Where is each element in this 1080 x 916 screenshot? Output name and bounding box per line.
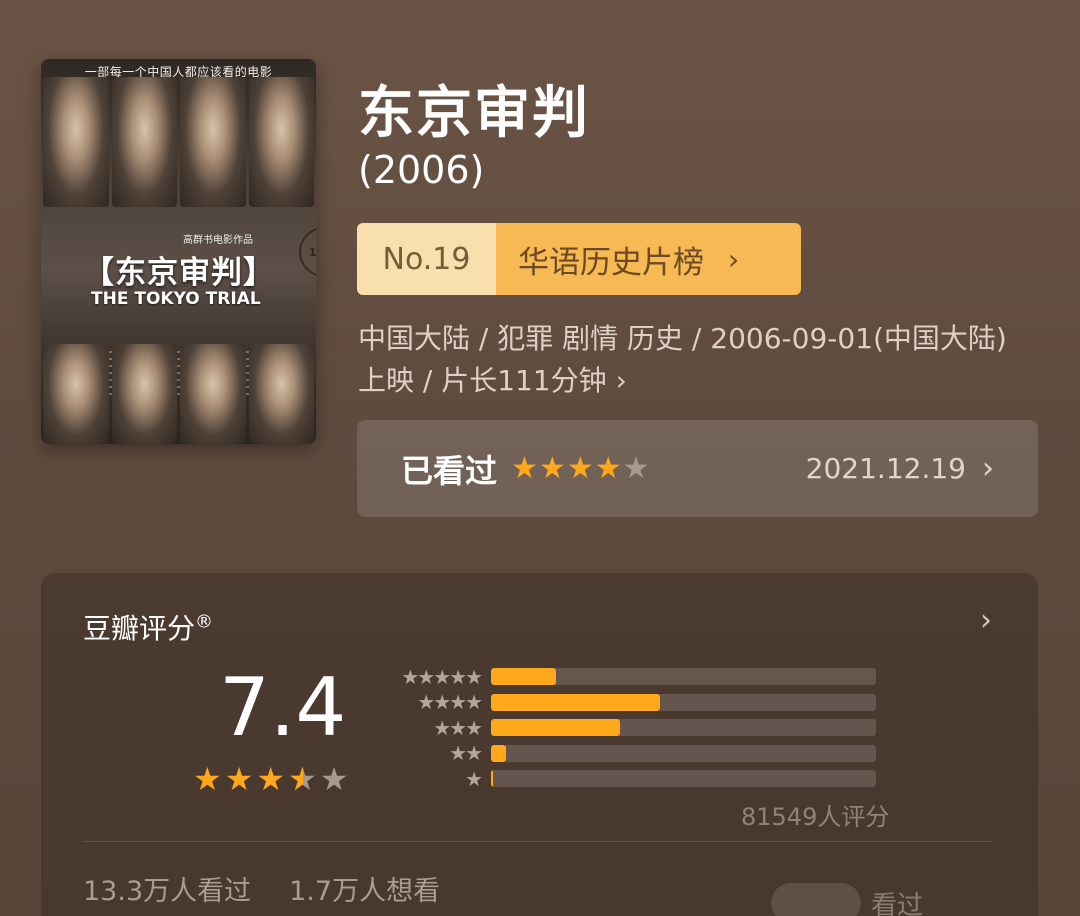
distribution-bar-fill xyxy=(491,744,507,762)
distribution-stars: ★★★★ xyxy=(417,690,483,715)
avatar-stack xyxy=(771,883,861,916)
star-icon: ★ xyxy=(622,450,650,486)
poster-face xyxy=(248,344,314,444)
distribution-row: ★★★★★ xyxy=(391,664,876,690)
distribution-bar-fill xyxy=(491,693,661,711)
chevron-right-icon: › xyxy=(982,451,994,486)
distribution-bar xyxy=(491,693,876,711)
divider xyxy=(83,841,992,842)
distribution-stars: ★★★★★ xyxy=(401,664,483,689)
poster-face xyxy=(111,77,177,207)
distribution-bar-fill xyxy=(491,668,557,686)
watched-label: 已看过 xyxy=(401,451,498,490)
user-rating-stars: ★ ★ ★ ★ ★ xyxy=(511,450,650,486)
want-count[interactable]: 1.7万人想看 xyxy=(289,869,440,908)
watched-status[interactable]: 已看过 ★ ★ ★ ★ ★ 2021.12.19 › xyxy=(357,420,1038,517)
half-star-icon: ★ xyxy=(288,763,317,795)
poster-face xyxy=(43,77,109,207)
star-icon: ★ xyxy=(594,450,622,486)
mark-hint-label: 看过 xyxy=(871,890,924,916)
rating-score: 7.4 xyxy=(219,661,347,754)
distribution-stars: ★★★ xyxy=(433,715,483,740)
rank-list-label: 华语历史片榜 xyxy=(518,244,704,281)
poster-faces-bottom xyxy=(41,344,316,444)
movie-poster[interactable]: 一部每一个中国人都应该看的电影 高群书电影作品 1946 【东京审判】 THE … xyxy=(41,59,316,444)
star-icon: ★ xyxy=(193,760,222,798)
distribution-row: ★★ xyxy=(391,741,876,767)
distribution-stars: ★★ xyxy=(449,741,483,766)
rank-badge[interactable]: No.19 华语历史片榜 › xyxy=(357,223,801,295)
star-icon: ★ xyxy=(538,450,566,486)
poster-face xyxy=(248,77,314,207)
star-icon: ★ xyxy=(256,760,286,798)
star-icon: ★ xyxy=(511,450,538,486)
poster-face xyxy=(111,344,177,444)
distribution-row: ★★★★ xyxy=(391,690,876,716)
movie-year: (2006) xyxy=(358,148,485,192)
poster-face xyxy=(180,344,246,444)
douban-rating-card[interactable]: 豆瓣评分® › 7.4 ★ ★ ★ ★ ★ ★★★★★★★★★★★★★★★ 81… xyxy=(41,573,1038,916)
poster-faces-top xyxy=(41,77,316,207)
watched-date: 2021.12.19 xyxy=(805,452,966,485)
chevron-right-icon: › xyxy=(728,242,740,276)
star-icon: ★ xyxy=(566,450,594,486)
registered-mark: ® xyxy=(195,611,214,633)
rank-number: No.19 xyxy=(357,223,496,295)
distribution-bar xyxy=(491,770,876,788)
seen-count[interactable]: 13.3万人看过 xyxy=(83,869,251,908)
star-icon: ★ xyxy=(319,760,349,798)
distribution-bar xyxy=(491,744,876,762)
poster-face xyxy=(180,77,246,207)
rating-header: 豆瓣评分® xyxy=(83,607,213,647)
star-icon: ★ xyxy=(224,760,254,798)
distribution-bar-fill xyxy=(491,719,620,737)
poster-credit: 高群书电影作品 xyxy=(183,235,253,246)
distribution-bar xyxy=(491,719,876,737)
movie-title: 东京审判 xyxy=(358,81,590,146)
poster-stamp: 1946 xyxy=(299,227,316,277)
poster-face xyxy=(43,344,109,444)
rank-list[interactable]: 华语历史片榜 › xyxy=(496,223,801,295)
distribution-row: ★ xyxy=(391,766,876,792)
rating-distribution: ★★★★★ ★★★★ ★★★ ★★ ★ xyxy=(391,664,876,792)
rating-stars: ★ ★ ★ ★ ★ xyxy=(193,763,348,795)
rating-count: 81549人评分 xyxy=(741,803,890,831)
distribution-bar-fill xyxy=(491,770,494,788)
movie-meta[interactable]: 中国大陆 / 犯罪 剧情 历史 / 2006-09-01(中国大陆)上映 / 片… xyxy=(358,318,1028,402)
chevron-right-icon[interactable]: › xyxy=(980,603,992,638)
poster-cn-title: 【东京审判】 xyxy=(83,255,275,291)
mark-hint: 看过 xyxy=(771,883,923,916)
distribution-row: ★★★ xyxy=(391,715,876,741)
distribution-stars: ★ xyxy=(465,766,483,791)
rating-header-label: 豆瓣评分 xyxy=(83,612,196,645)
poster-en-title: THE TOKYO TRIAL xyxy=(91,289,261,309)
audience-stats: 13.3万人看过 1.7万人想看 xyxy=(83,869,440,908)
distribution-bar xyxy=(491,668,876,686)
